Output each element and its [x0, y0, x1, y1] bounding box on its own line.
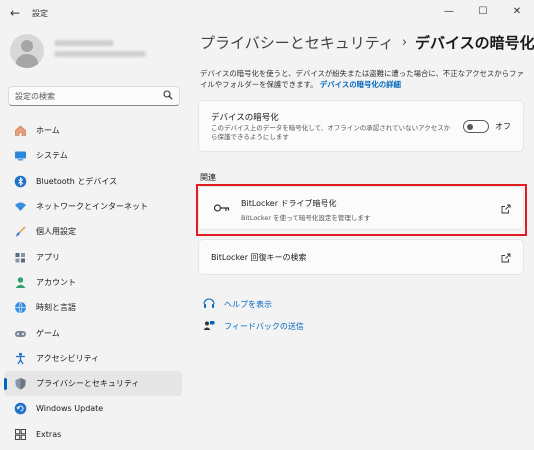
learn-more-link[interactable]: デバイスの暗号化の詳細: [320, 80, 401, 89]
get-help-label: ヘルプを表示: [224, 299, 272, 309]
sidebar-item-label: 個人用設定: [36, 227, 76, 237]
shield-icon: [13, 377, 27, 391]
bitlocker-drive-encryption-card[interactable]: BitLocker ドライブ暗号化 BitLocker を使って暗号化設定を管理…: [198, 186, 524, 230]
brush-icon: [13, 225, 27, 239]
sidebar-item-label: アプリ: [36, 252, 60, 262]
sidebar-item-label: ゲーム: [36, 328, 60, 338]
user-profile[interactable]: [10, 34, 146, 68]
title-bar: ← 設定 — ☐ ✕: [0, 0, 534, 26]
globe-clock-icon: [13, 301, 27, 315]
key-icon: [213, 202, 231, 214]
encryption-toggle[interactable]: [463, 120, 489, 133]
sidebar-item-accounts[interactable]: アカウント: [4, 270, 182, 295]
search-icon: [163, 89, 173, 103]
apps-icon: [13, 250, 27, 264]
sidebar-item-accessibility[interactable]: アクセシビリティ: [4, 346, 182, 371]
encryption-subtitle: このデバイス上のデータを暗号化して、オフラインの承認されていないアクセスから保護…: [211, 124, 451, 141]
sidebar-item-label: Bluetooth とデバイス: [36, 176, 118, 186]
sidebar-item-windows-update[interactable]: Windows Update: [4, 396, 182, 421]
sidebar-item-apps[interactable]: アプリ: [4, 244, 182, 269]
account-icon: [13, 275, 27, 289]
window-controls: — ☐ ✕: [432, 0, 534, 22]
toggle-state-label: オフ: [495, 122, 511, 131]
sidebar-item-label: ホーム: [36, 126, 60, 136]
maximize-button[interactable]: ☐: [466, 0, 500, 22]
maximize-icon: ☐: [478, 5, 488, 17]
update-icon: [13, 402, 27, 416]
sidebar-item-label: アクセシビリティ: [36, 353, 100, 363]
sidebar-item-label: Extras: [36, 429, 62, 439]
sidebar-item-label: プライバシーとセキュリティ: [36, 379, 140, 389]
wifi-icon: [13, 200, 27, 214]
recovery-title: BitLocker 回復キーの検索: [211, 253, 307, 262]
bitlocker-subtitle: BitLocker を使って暗号化設定を管理します: [241, 214, 371, 222]
system-icon: [13, 149, 27, 163]
extras-icon: [13, 427, 27, 441]
get-help-link[interactable]: ヘルプを表示: [202, 298, 272, 310]
search-input[interactable]: [15, 91, 163, 101]
bitlocker-recovery-key-card[interactable]: BitLocker 回復キーの検索: [198, 239, 524, 275]
related-heading: 関連: [200, 173, 216, 182]
help-icon: [202, 298, 216, 310]
bluetooth-icon: [13, 174, 27, 188]
minimize-button[interactable]: —: [432, 0, 466, 22]
sidebar-item-time-language[interactable]: 時刻と言語: [4, 295, 182, 320]
gamepad-icon: [13, 326, 27, 340]
encryption-title: デバイスの暗号化: [211, 113, 279, 123]
close-button[interactable]: ✕: [500, 0, 534, 22]
feedback-icon: [202, 320, 216, 332]
sidebar-item-label: Windows Update: [36, 404, 104, 414]
sidebar-item-label: 時刻と言語: [36, 303, 76, 313]
close-icon: ✕: [512, 5, 522, 17]
sidebar-item-privacy-security[interactable]: プライバシーとセキュリティ: [4, 370, 182, 397]
page-title: デバイスの暗号化: [415, 34, 534, 52]
device-encryption-card: デバイスの暗号化 このデバイス上のデータを暗号化して、オフラインの承認されていな…: [198, 100, 524, 152]
bitlocker-title: BitLocker ドライブ暗号化: [241, 199, 337, 208]
home-icon: [13, 124, 27, 138]
sidebar-item-gaming[interactable]: ゲーム: [4, 320, 182, 345]
breadcrumb-parent[interactable]: プライバシーとセキュリティ: [200, 32, 394, 53]
back-button[interactable]: ←: [4, 2, 26, 24]
breadcrumb-separator: ›: [401, 35, 408, 50]
sidebar-item-label: アカウント: [36, 277, 76, 287]
sidebar: ホーム システム Bluetooth とデバイス ネットワークとインターネット …: [0, 26, 190, 450]
sidebar-item-system[interactable]: システム: [4, 143, 182, 168]
sidebar-item-personalization[interactable]: 個人用設定: [4, 219, 182, 244]
accessibility-icon: [13, 351, 27, 365]
open-external-icon: [501, 204, 511, 214]
sidebar-item-label: ネットワークとインターネット: [36, 202, 148, 212]
page-description: デバイスの暗号化を使うと、デバイスが紛失または盗難に遭った場合に、不正なアクセス…: [200, 68, 528, 90]
sidebar-item-bluetooth[interactable]: Bluetooth とデバイス: [4, 169, 182, 194]
avatar: [10, 34, 44, 68]
sidebar-item-label: システム: [36, 151, 68, 161]
feedback-link[interactable]: フィードバックの送信: [202, 320, 304, 332]
user-info-redacted: [54, 40, 146, 62]
open-external-icon: [501, 253, 511, 263]
sidebar-item-extras[interactable]: Extras: [4, 422, 182, 447]
sidebar-nav: ホーム システム Bluetooth とデバイス ネットワークとインターネット …: [4, 118, 182, 447]
app-title: 設定: [32, 8, 48, 18]
search-box[interactable]: [8, 86, 180, 106]
breadcrumb: プライバシーとセキュリティ › デバイスの暗号化: [200, 32, 534, 53]
minimize-icon: —: [444, 5, 454, 17]
feedback-label: フィードバックの送信: [224, 321, 304, 331]
arrow-left-icon: ←: [9, 6, 21, 20]
sidebar-item-network[interactable]: ネットワークとインターネット: [4, 194, 182, 219]
sidebar-item-home[interactable]: ホーム: [4, 118, 182, 143]
